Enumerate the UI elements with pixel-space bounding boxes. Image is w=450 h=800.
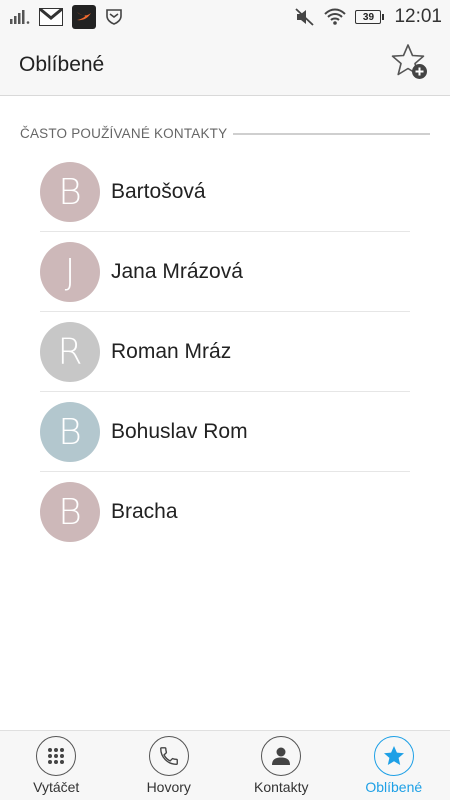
contact-item[interactable]: B Bracha	[0, 472, 450, 552]
signal-bars-icon	[10, 10, 30, 24]
star-icon	[373, 736, 414, 776]
section-divider	[233, 132, 430, 135]
star-add-icon	[391, 43, 429, 86]
contact-name: Jana Mrázová	[111, 260, 243, 283]
tab-favorites[interactable]: Oblíbené	[338, 731, 450, 800]
contact-avatar: B	[40, 162, 100, 222]
status-bar-left	[10, 5, 123, 29]
tab-calls[interactable]: Hovory	[113, 731, 226, 800]
contact-avatar: B	[40, 402, 100, 462]
person-icon	[261, 736, 302, 776]
swift-app-icon	[72, 5, 96, 29]
contact-name: Roman Mráz	[111, 340, 232, 363]
gmail-icon	[39, 8, 63, 26]
contact-item[interactable]: B Bartošová	[0, 152, 450, 232]
dialpad-icon	[36, 736, 77, 776]
contact-name: Bartošová	[111, 180, 206, 203]
tab-label: Oblíbené	[365, 779, 423, 795]
contact-name: Bohuslav Rom	[111, 420, 248, 443]
contact-item[interactable]: B Bohuslav Rom	[0, 392, 450, 472]
page-title: Oblíbené	[19, 52, 105, 76]
contact-avatar: R	[40, 322, 100, 382]
status-clock: 12:01	[394, 6, 442, 27]
shield-app-icon	[105, 8, 123, 26]
contact-avatar: J	[40, 242, 100, 302]
tab-label: Hovory	[146, 779, 191, 795]
section-title: ČASTO POUŽÍVANÉ KONTAKTY	[20, 126, 228, 141]
contact-name: Bracha	[111, 500, 178, 523]
phone-icon	[148, 736, 189, 776]
tab-label: Vytáčet	[33, 779, 80, 795]
tab-contacts[interactable]: Kontakty	[225, 731, 338, 800]
app-bar: Oblíbené	[0, 34, 450, 96]
wifi-icon	[324, 8, 347, 26]
contact-item[interactable]: J Jana Mrázová	[0, 232, 450, 312]
tab-label: Kontakty	[254, 779, 309, 795]
contact-avatar: B	[40, 482, 100, 542]
frequent-contacts-list: B Bartošová J Jana Mrázová R Roman Mráz …	[0, 152, 450, 552]
battery-icon: 39	[355, 10, 385, 24]
status-bar: 39 12:01	[0, 0, 450, 34]
bottom-nav: Vytáčet Hovory Kontakty Oblíbené	[0, 730, 450, 800]
contact-item[interactable]: R Roman Mráz	[0, 312, 450, 392]
section-header: ČASTO POUŽÍVANÉ KONTAKTY	[20, 126, 430, 141]
add-favorite-button[interactable]	[390, 43, 430, 86]
tab-dialer[interactable]: Vytáčet	[0, 731, 113, 800]
status-bar-right: 39 12:01	[295, 6, 442, 28]
muted-speaker-icon	[295, 8, 315, 26]
